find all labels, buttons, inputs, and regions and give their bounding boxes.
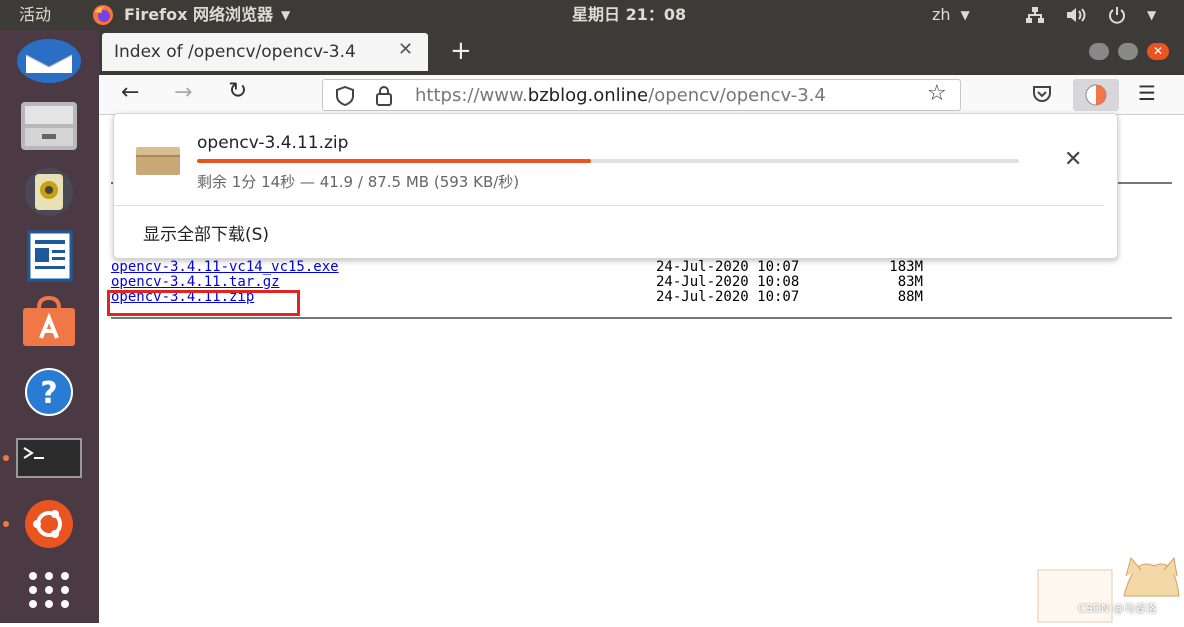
downloads-button[interactable] [1073, 79, 1119, 111]
shopping-bag-icon [23, 296, 75, 346]
launcher-firefox[interactable] [9, 496, 89, 552]
clock[interactable]: 星期日 21：08 [572, 0, 686, 30]
launcher-files[interactable] [9, 98, 89, 154]
file-size: 83M [897, 274, 923, 290]
url-bar[interactable]: https://www.bzblog.online/opencv/opencv-… [322, 79, 961, 111]
pocket-icon[interactable] [1032, 85, 1052, 103]
help-icon: ? [25, 368, 73, 416]
highlight-box [107, 290, 300, 316]
new-tab-button[interactable]: + [450, 36, 472, 66]
app-menu-label: Firefox 网络浏览器 [124, 5, 274, 24]
file-size: 183M [889, 259, 923, 275]
speaker-icon [25, 168, 73, 216]
chevron-down-icon: ▼ [281, 8, 291, 22]
power-icon [1109, 7, 1125, 24]
launcher-terminal[interactable] [9, 430, 89, 486]
close-window-button[interactable]: ✕ [1147, 43, 1169, 60]
ubuntu-logo-icon [25, 500, 73, 548]
launcher-thunderbird[interactable] [9, 32, 89, 88]
file-date: 24-Jul-2020 10:08 [656, 274, 800, 290]
bookmark-star-icon[interactable]: ☆ [927, 81, 947, 106]
navigation-bar: ← → ↻ https://www.bzblog.online/opencv/o… [99, 75, 1184, 115]
chevron-down-icon: ▼ [1147, 8, 1157, 22]
app-menu[interactable]: Firefox 网络浏览器 ▼ [92, 0, 290, 30]
app-grid-icon [29, 572, 69, 608]
downloads-panel: opencv-3.4.11.zip 剩余 1分 14秒 — 41.9 / 87.… [113, 113, 1118, 259]
file-link[interactable]: opencv-3.4.11-vc14_vc15.exe [111, 260, 339, 275]
download-filename: opencv-3.4.11.zip [197, 133, 349, 153]
watermark-text: CSDN @马睿洛 [1078, 602, 1157, 615]
launcher-rhythmbox[interactable] [9, 164, 89, 220]
download-progress-icon [1085, 84, 1107, 106]
language-menu[interactable]: zh ▼ [932, 0, 970, 30]
progress-fill [197, 159, 591, 163]
file-date: 24-Jul-2020 10:07 [656, 259, 800, 275]
firefox-icon [93, 5, 113, 25]
url-path: /opencv/opencv-3.4 [648, 85, 826, 106]
lock-icon [376, 86, 392, 106]
file-size: 88M [897, 289, 923, 305]
minimize-button[interactable] [1089, 43, 1109, 60]
volume-icon [1067, 8, 1086, 22]
url-scheme: https://www. [415, 85, 528, 106]
terminal-icon [16, 438, 82, 478]
launcher: ? [0, 30, 99, 623]
divider [111, 317, 1172, 319]
file-date: 24-Jul-2020 10:07 [656, 289, 800, 305]
shield-icon [336, 86, 354, 106]
activities-button[interactable]: 活动 [19, 0, 51, 30]
maximize-button[interactable] [1118, 43, 1138, 60]
progress-track [197, 159, 1019, 163]
system-tray[interactable]: ▼ [1025, 0, 1156, 30]
svg-text:?: ? [40, 376, 57, 411]
reload-button[interactable]: ↻ [228, 78, 247, 104]
close-tab-icon[interactable]: ✕ [398, 39, 413, 60]
archive-box-icon [136, 147, 180, 175]
forward-button[interactable]: → [174, 80, 192, 105]
thunderbird-icon [17, 39, 81, 83]
launcher-help[interactable]: ? [9, 364, 89, 420]
file-cabinet-icon [21, 102, 77, 150]
url-text: https://www.bzblog.online/opencv/opencv-… [415, 85, 910, 106]
cancel-download-icon[interactable]: ✕ [1064, 147, 1082, 172]
network-icon [1026, 7, 1044, 23]
launcher-writer[interactable] [9, 228, 89, 284]
launcher-software[interactable] [9, 294, 89, 350]
download-status: 剩余 1分 14秒 — 41.9 / 87.5 MB (593 KB/秒) [197, 173, 520, 191]
chevron-down-icon: ▼ [960, 8, 970, 22]
language-label: zh [932, 5, 951, 24]
hamburger-menu-icon[interactable]: ☰ [1138, 81, 1156, 105]
url-host: bzblog.online [527, 85, 649, 106]
file-link[interactable]: opencv-3.4.11.tar.gz [111, 275, 280, 290]
show-applications-button[interactable] [9, 562, 89, 618]
document-icon [27, 230, 73, 282]
show-all-downloads-button[interactable]: 显示全部下载(S) [143, 220, 269, 245]
tab-strip: Index of /opencv/opencv-3.4 ✕ + ✕ [99, 30, 1184, 75]
tab-title: Index of /opencv/opencv-3.4 [114, 42, 356, 62]
back-button[interactable]: ← [121, 80, 139, 105]
watermark: CSDN @马睿洛 [1034, 556, 1184, 623]
ubuntu-top-bar: 活动 Firefox 网络浏览器 ▼ 星期日 21：08 zh ▼ ▼ [0, 0, 1184, 30]
tab-index-opencv[interactable]: Index of /opencv/opencv-3.4 ✕ [102, 33, 428, 71]
panel-divider [114, 205, 1104, 206]
